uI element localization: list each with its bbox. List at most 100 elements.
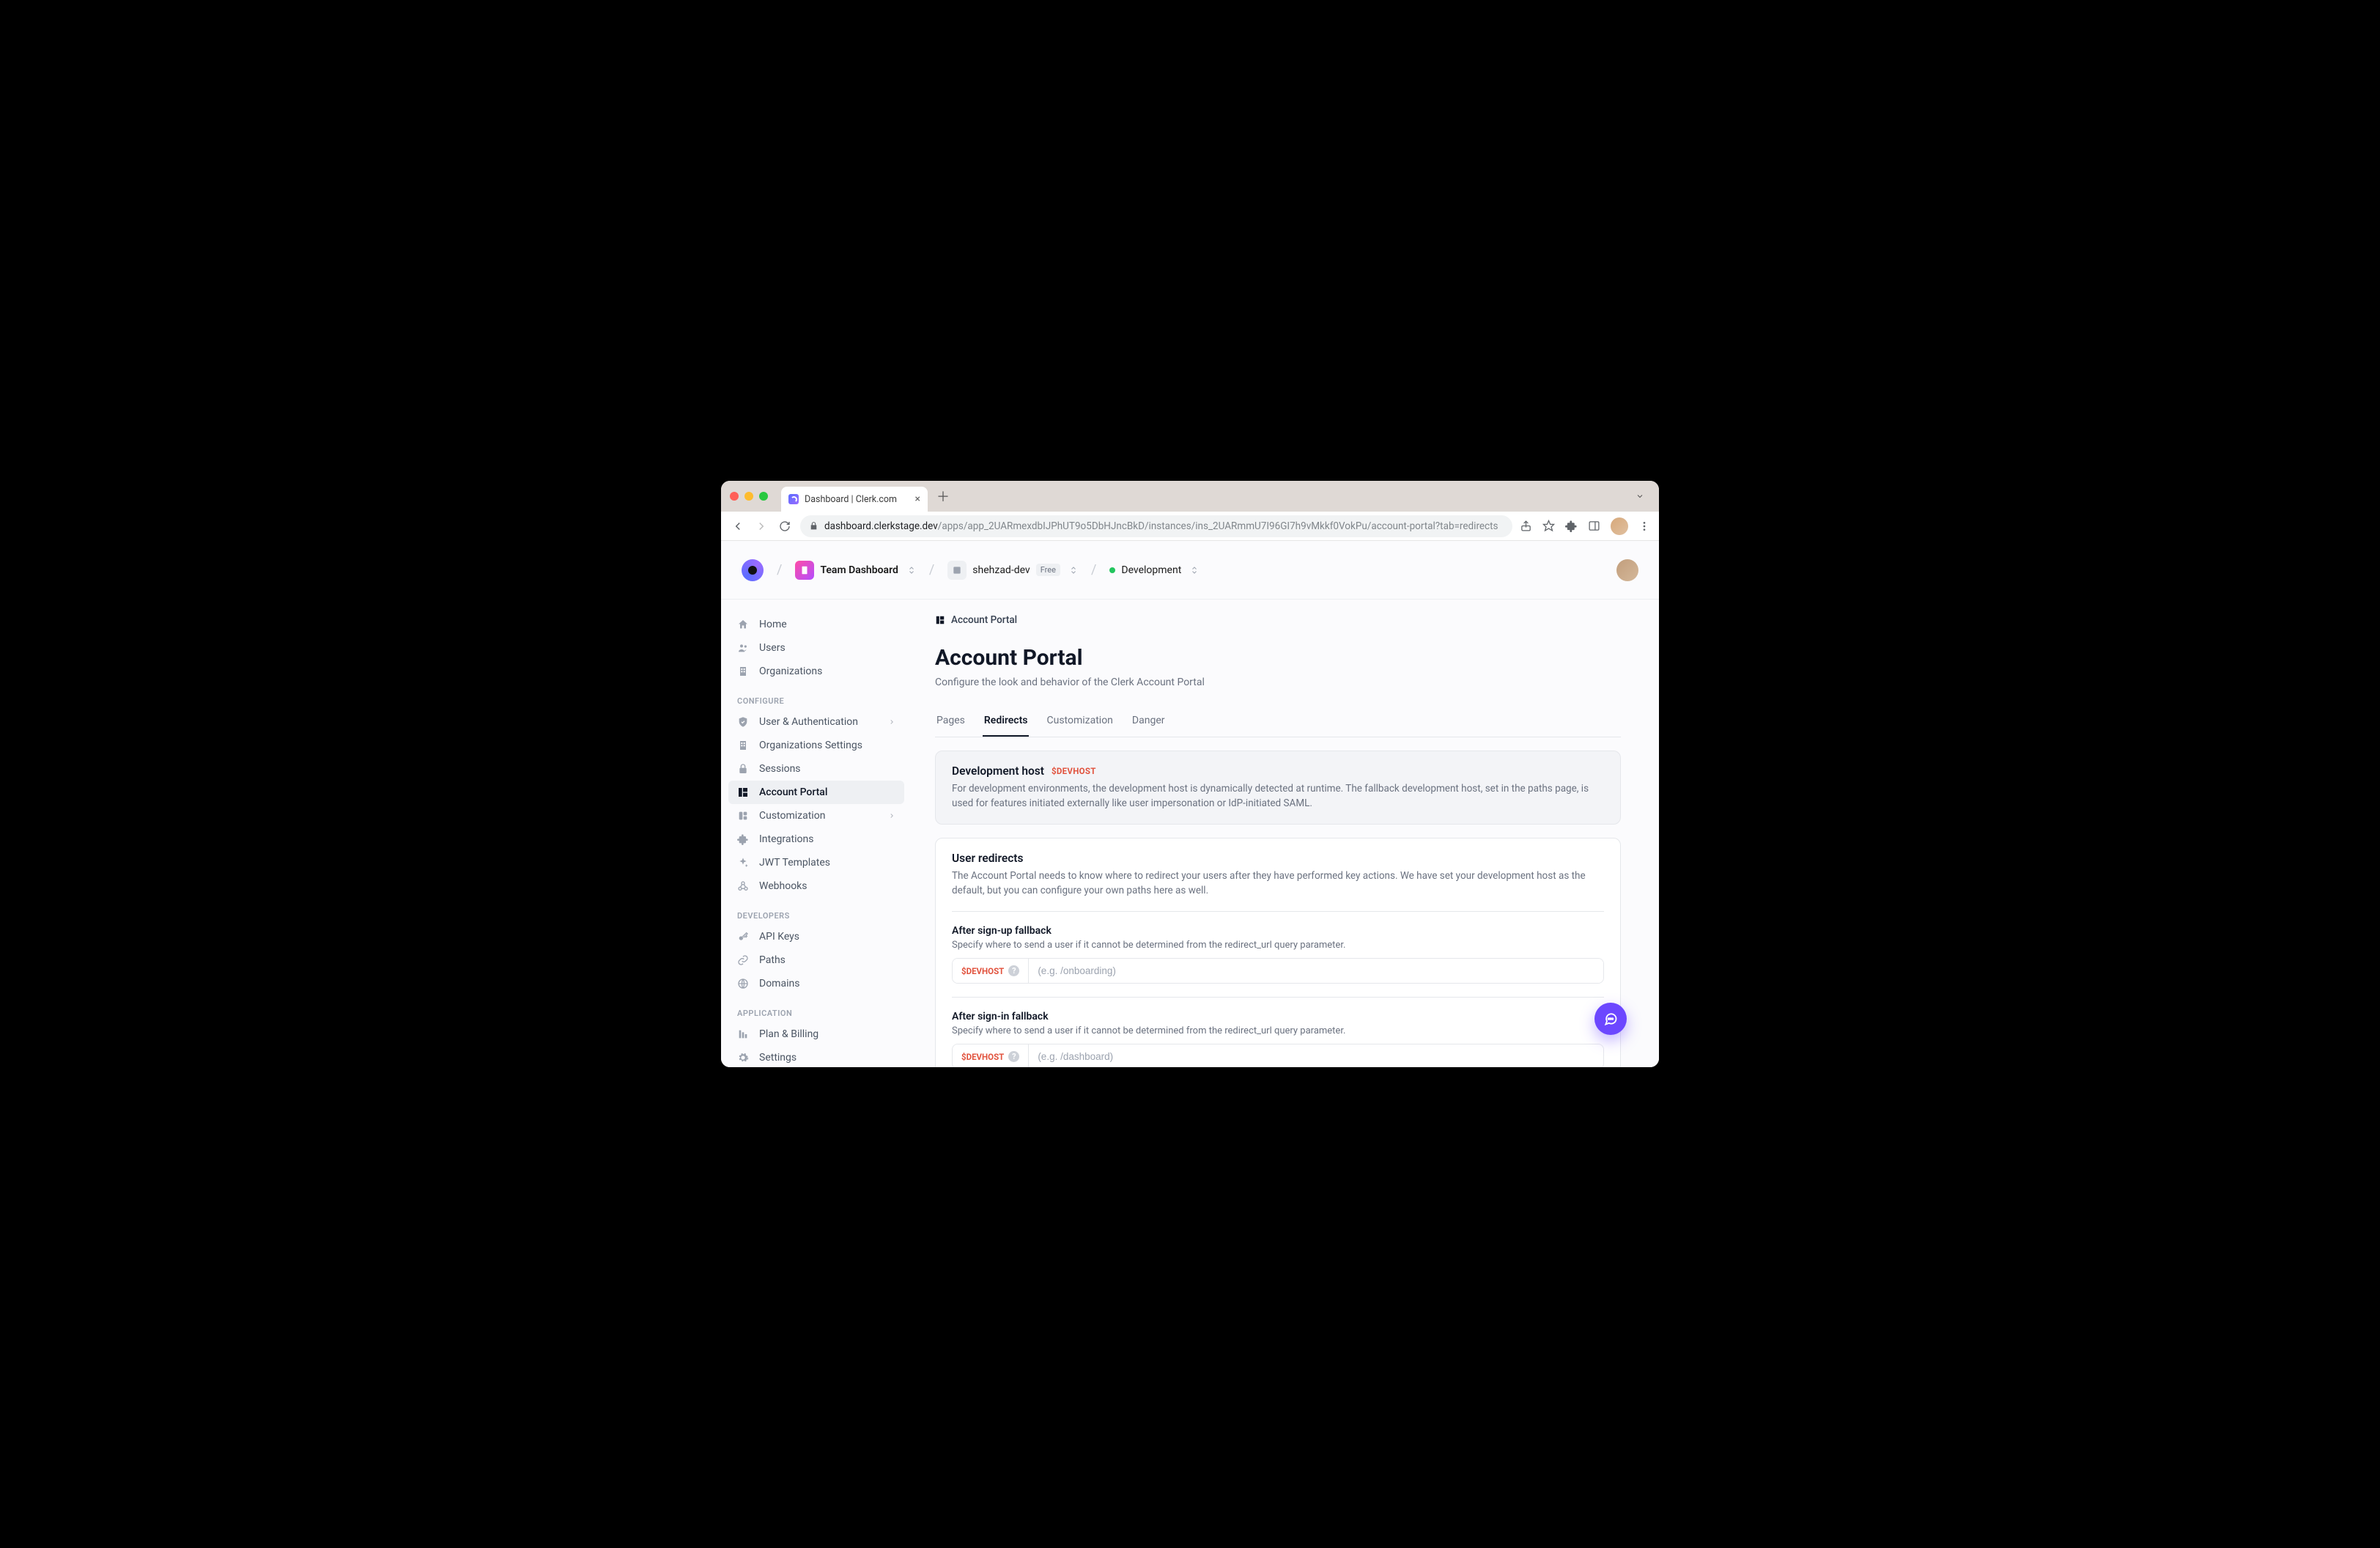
sidebar-item-label: Organizations bbox=[759, 666, 822, 677]
redirect-path-input[interactable] bbox=[1029, 1044, 1603, 1067]
crumb-team[interactable]: Team Dashboard bbox=[795, 561, 915, 580]
sidebar-item-customization[interactable]: Customization bbox=[728, 804, 904, 828]
sidebar-item-api-keys[interactable]: API Keys bbox=[728, 925, 904, 948]
sidebar-item-label: Integrations bbox=[759, 833, 813, 845]
tab-danger[interactable]: Danger bbox=[1131, 707, 1167, 737]
devhost-tag: $DEVHOST bbox=[1052, 766, 1096, 776]
key-icon bbox=[737, 931, 750, 943]
sidebar-item-organizations-settings[interactable]: Organizations Settings bbox=[728, 734, 904, 757]
globe-icon bbox=[737, 978, 750, 989]
field-row: $DEVHOST? bbox=[952, 1044, 1604, 1067]
crumb-separator: / bbox=[777, 562, 782, 578]
app-header: / Team Dashboard / shehzad-dev Free / bbox=[721, 541, 1659, 600]
sidebar-item-webhooks[interactable]: Webhooks bbox=[728, 874, 904, 898]
field-row: $DEVHOST? bbox=[952, 958, 1604, 984]
redirect-path-input[interactable] bbox=[1029, 959, 1603, 983]
users-icon bbox=[737, 642, 750, 654]
field-label: After sign-up fallback bbox=[952, 925, 1604, 937]
profile-avatar-icon[interactable] bbox=[1611, 517, 1628, 535]
devhost-prefix: $DEVHOST? bbox=[953, 959, 1029, 983]
redirects-desc: The Account Portal needs to know where t… bbox=[952, 869, 1604, 898]
crumb-separator: / bbox=[929, 562, 934, 578]
plan-badge: Free bbox=[1036, 564, 1060, 576]
sidebar-heading: APPLICATION bbox=[728, 995, 904, 1022]
sidebar-item-plan-billing[interactable]: Plan & Billing bbox=[728, 1022, 904, 1046]
favicon-icon bbox=[788, 494, 799, 504]
bookmark-icon[interactable] bbox=[1542, 520, 1555, 532]
shield-icon bbox=[737, 716, 750, 728]
tab-customization[interactable]: Customization bbox=[1045, 707, 1114, 737]
sparkle-icon bbox=[737, 857, 750, 869]
page-title: Account Portal bbox=[935, 645, 1621, 671]
lock-icon bbox=[809, 521, 818, 531]
main-content: Account Portal Account Portal Configure … bbox=[912, 600, 1659, 1067]
devhost-desc: For development environments, the develo… bbox=[952, 782, 1604, 811]
toolbar-actions bbox=[1520, 517, 1650, 535]
new-tab-button[interactable]: ＋ bbox=[934, 487, 953, 506]
help-icon[interactable]: ? bbox=[1008, 965, 1019, 976]
status-dot-icon bbox=[1109, 567, 1115, 573]
crumb-team-label: Team Dashboard bbox=[820, 564, 898, 576]
sidebar-item-user-authentication[interactable]: User & Authentication bbox=[728, 710, 904, 734]
sidebar-item-sessions[interactable]: Sessions bbox=[728, 757, 904, 781]
chevron-right-icon bbox=[888, 718, 895, 726]
sidebar-item-users[interactable]: Users bbox=[728, 636, 904, 660]
sidebar-item-paths[interactable]: Paths bbox=[728, 948, 904, 972]
browser-tab[interactable]: Dashboard | Clerk.com × bbox=[781, 487, 928, 512]
address-bar: dashboard.clerkstage.dev/apps/app_2UARme… bbox=[721, 512, 1659, 541]
close-tab-icon[interactable]: × bbox=[915, 493, 920, 505]
sidepanel-icon[interactable] bbox=[1588, 520, 1600, 532]
share-icon[interactable] bbox=[1520, 520, 1532, 532]
divider bbox=[952, 911, 1604, 912]
chrome-menu-icon[interactable] bbox=[1638, 520, 1650, 532]
redirects-title: User redirects bbox=[952, 852, 1023, 865]
forward-button[interactable] bbox=[753, 518, 769, 534]
page-crumb-label: Account Portal bbox=[951, 614, 1017, 626]
sidebar-item-home[interactable]: Home bbox=[728, 613, 904, 636]
close-window-icon[interactable] bbox=[730, 492, 739, 501]
field-desc: Specify where to send a user if it canno… bbox=[952, 1025, 1604, 1036]
crumb-instance-label: Development bbox=[1121, 564, 1181, 576]
back-button[interactable] bbox=[730, 518, 746, 534]
crumb-instance[interactable]: Development bbox=[1109, 564, 1199, 576]
sidebar-item-domains[interactable]: Domains bbox=[728, 972, 904, 995]
page-subtitle: Configure the look and behavior of the C… bbox=[935, 677, 1621, 688]
sidebar-heading: CONFIGURE bbox=[728, 683, 904, 710]
redirects-card: User redirects The Account Portal needs … bbox=[935, 838, 1621, 1067]
puzzle-icon bbox=[737, 833, 750, 845]
devhost-title: Development host bbox=[952, 764, 1044, 778]
url-field[interactable]: dashboard.clerkstage.dev/apps/app_2UARme… bbox=[800, 515, 1512, 537]
app: / Team Dashboard / shehzad-dev Free / bbox=[721, 541, 1659, 1067]
sidebar: HomeUsers Organizations CONFIGURE User & Au… bbox=[721, 600, 912, 1067]
sidebar-item-settings[interactable]: Settings bbox=[728, 1046, 904, 1067]
tab-strip: Dashboard | Clerk.com × ＋ bbox=[721, 481, 1659, 512]
lock-icon bbox=[737, 763, 750, 775]
sidebar-item-label: User & Authentication bbox=[759, 716, 858, 728]
page-breadcrumb: Account Portal bbox=[935, 614, 1621, 626]
reload-button[interactable] bbox=[777, 518, 793, 534]
tab-redirects[interactable]: Redirects bbox=[983, 707, 1030, 737]
tab-overflow-button[interactable] bbox=[1630, 489, 1650, 504]
maximize-window-icon[interactable] bbox=[759, 492, 768, 501]
sidebar-item-organizations[interactable]: Organizations bbox=[728, 660, 904, 683]
billing-icon bbox=[737, 1028, 750, 1040]
tab-pages[interactable]: Pages bbox=[935, 707, 967, 737]
sidebar-item-account-portal[interactable]: Account Portal bbox=[728, 781, 904, 804]
sidebar-item-jwt-templates[interactable]: JWT Templates bbox=[728, 851, 904, 874]
layout-icon bbox=[935, 615, 945, 625]
sidebar-item-label: Webhooks bbox=[759, 880, 808, 892]
app-icon bbox=[947, 561, 967, 580]
sidebar-item-integrations[interactable]: Integrations bbox=[728, 828, 904, 851]
home-icon bbox=[737, 619, 750, 630]
minimize-window-icon[interactable] bbox=[744, 492, 753, 501]
extensions-icon[interactable] bbox=[1565, 520, 1578, 532]
field-desc: Specify where to send a user if it canno… bbox=[952, 940, 1604, 951]
crumb-app[interactable]: shehzad-dev Free bbox=[947, 561, 1078, 580]
support-chat-button[interactable] bbox=[1594, 1003, 1627, 1035]
sidebar-item-label: JWT Templates bbox=[759, 857, 830, 869]
user-avatar[interactable] bbox=[1616, 559, 1638, 581]
sidebar-item-label: API Keys bbox=[759, 931, 799, 943]
url-path: /apps/app_2UARmexdbIJPhUT9o5DbHJncBkD/in… bbox=[938, 520, 1498, 532]
help-icon[interactable]: ? bbox=[1008, 1051, 1019, 1062]
clerk-logo-icon[interactable] bbox=[742, 559, 764, 581]
